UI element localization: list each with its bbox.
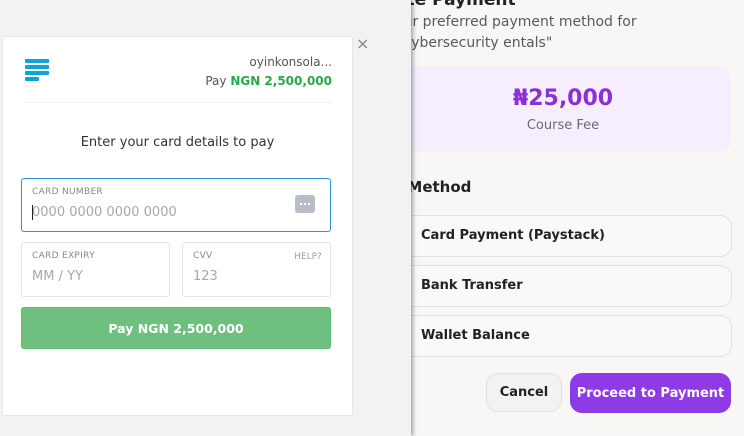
modal-title: ete Payment	[395, 0, 516, 10]
card-details-instruction: Enter your card details to pay	[80, 135, 275, 150]
cvv-input[interactable]: 123	[193, 269, 218, 284]
paystack-overlay: oyinkonsola... Pay NGN 2,500,000 Enter y…	[0, 0, 411, 436]
payment-option-label: Bank Transfer	[421, 278, 523, 293]
cancel-button[interactable]: Cancel	[486, 373, 562, 412]
payment-option-wallet[interactable]: Wallet Balance	[394, 315, 732, 357]
pay-prefix: Pay	[205, 74, 227, 88]
card-expiry-field[interactable]: CARD EXPIRY MM / YY	[21, 242, 170, 297]
cvv-label: CVV	[193, 251, 213, 261]
paystack-logo-icon	[25, 59, 51, 83]
course-fee-amount: ₦25,000	[512, 86, 614, 111]
proceed-to-payment-button[interactable]: Proceed to Payment	[570, 373, 731, 413]
merchant-email: oyinkonsola...	[249, 55, 332, 69]
cvv-help-link[interactable]: HELP?	[294, 252, 322, 262]
card-expiry-input[interactable]: MM / YY	[32, 269, 83, 284]
payment-option-card[interactable]: Card Payment (Paystack)	[394, 215, 732, 257]
payment-option-bank-transfer[interactable]: Bank Transfer	[394, 265, 732, 307]
pay-amount-line: Pay NGN 2,500,000	[205, 74, 332, 88]
payment-option-label: Wallet Balance	[421, 328, 530, 343]
divider	[23, 102, 332, 103]
pay-button[interactable]: Pay NGN 2,500,000	[21, 307, 331, 349]
pay-amount: NGN 2,500,000	[230, 74, 332, 88]
cvv-field[interactable]: CVV HELP? 123	[182, 242, 331, 297]
card-number-input[interactable]: 0000 0000 0000 0000	[32, 205, 177, 220]
card-number-label: CARD NUMBER	[32, 187, 103, 197]
course-fee-card: ₦25,000 Course Fee	[395, 66, 731, 152]
payment-option-label: Card Payment (Paystack)	[421, 228, 605, 243]
course-fee-label: Course Fee	[526, 118, 600, 133]
card-expiry-label: CARD EXPIRY	[32, 251, 95, 261]
card-number-field[interactable]: CARD NUMBER 0000 0000 0000 0000	[21, 178, 331, 232]
close-icon[interactable]: ×	[356, 36, 370, 52]
text-cursor	[32, 205, 33, 220]
card-icon	[295, 195, 315, 213]
modal-description: our preferred payment method for "Cybers…	[395, 14, 637, 51]
paystack-checkout-card: oyinkonsola... Pay NGN 2,500,000 Enter y…	[2, 36, 353, 416]
